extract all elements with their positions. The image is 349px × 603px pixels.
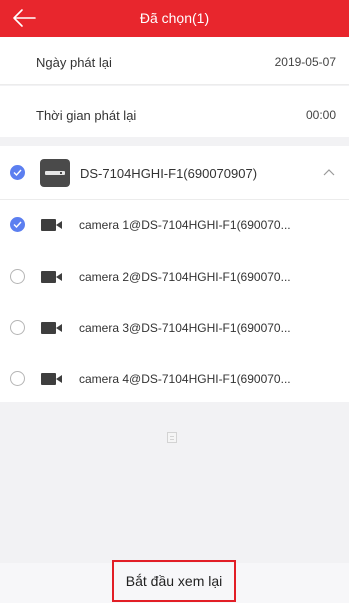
check-icon xyxy=(13,221,22,228)
playback-time-row[interactable]: Thời gian phát lại 00:00 xyxy=(0,86,349,137)
camera-row[interactable]: camera 4@DS-7104HGHI-F1(690070... xyxy=(0,355,349,407)
camera-row[interactable]: camera 3@DS-7104HGHI-F1(690070... xyxy=(0,303,349,355)
camera-checkbox[interactable] xyxy=(10,217,25,232)
camera-icon xyxy=(41,373,63,385)
check-icon xyxy=(13,169,22,176)
device-list: DS-7104HGHI-F1(690070907) camera 1@DS-71… xyxy=(0,146,349,402)
footer-bar: Bắt đầu xem lại xyxy=(0,560,349,603)
device-checkbox[interactable] xyxy=(10,165,25,180)
page-title: Đã chọn(1) xyxy=(139,10,210,26)
camera-name: camera 4@DS-7104HGHI-F1(690070... xyxy=(79,372,291,386)
camera-icon xyxy=(41,322,63,334)
playback-date-row[interactable]: Ngày phát lại 2019-05-07 xyxy=(0,37,349,85)
device-row[interactable]: DS-7104HGHI-F1(690070907) xyxy=(0,146,349,200)
playback-date-value[interactable]: 2019-05-07 xyxy=(275,55,336,69)
playback-time-label: Thời gian phát lại xyxy=(36,108,137,123)
empty-list-icon xyxy=(167,432,177,443)
camera-row[interactable]: camera 1@DS-7104HGHI-F1(690070... xyxy=(0,199,349,251)
nvr-device-icon xyxy=(40,159,70,187)
camera-name: camera 2@DS-7104HGHI-F1(690070... xyxy=(79,270,291,284)
top-bar: Đã chọn(1) xyxy=(0,0,349,37)
playback-date-label: Ngày phát lại xyxy=(36,55,112,70)
camera-name: camera 3@DS-7104HGHI-F1(690070... xyxy=(79,321,291,335)
camera-checkbox[interactable] xyxy=(10,320,25,335)
camera-checkbox[interactable] xyxy=(10,371,25,386)
camera-row[interactable]: camera 2@DS-7104HGHI-F1(690070... xyxy=(0,251,349,303)
start-playback-button[interactable]: Bắt đầu xem lại xyxy=(112,560,236,602)
camera-icon xyxy=(41,219,63,231)
playback-time-value[interactable]: 00:00 xyxy=(306,108,336,122)
chevron-up-icon[interactable] xyxy=(323,168,335,176)
camera-checkbox[interactable] xyxy=(10,269,25,284)
camera-icon xyxy=(41,271,63,283)
device-name: DS-7104HGHI-F1(690070907) xyxy=(80,166,258,181)
camera-name: camera 1@DS-7104HGHI-F1(690070... xyxy=(79,218,291,232)
